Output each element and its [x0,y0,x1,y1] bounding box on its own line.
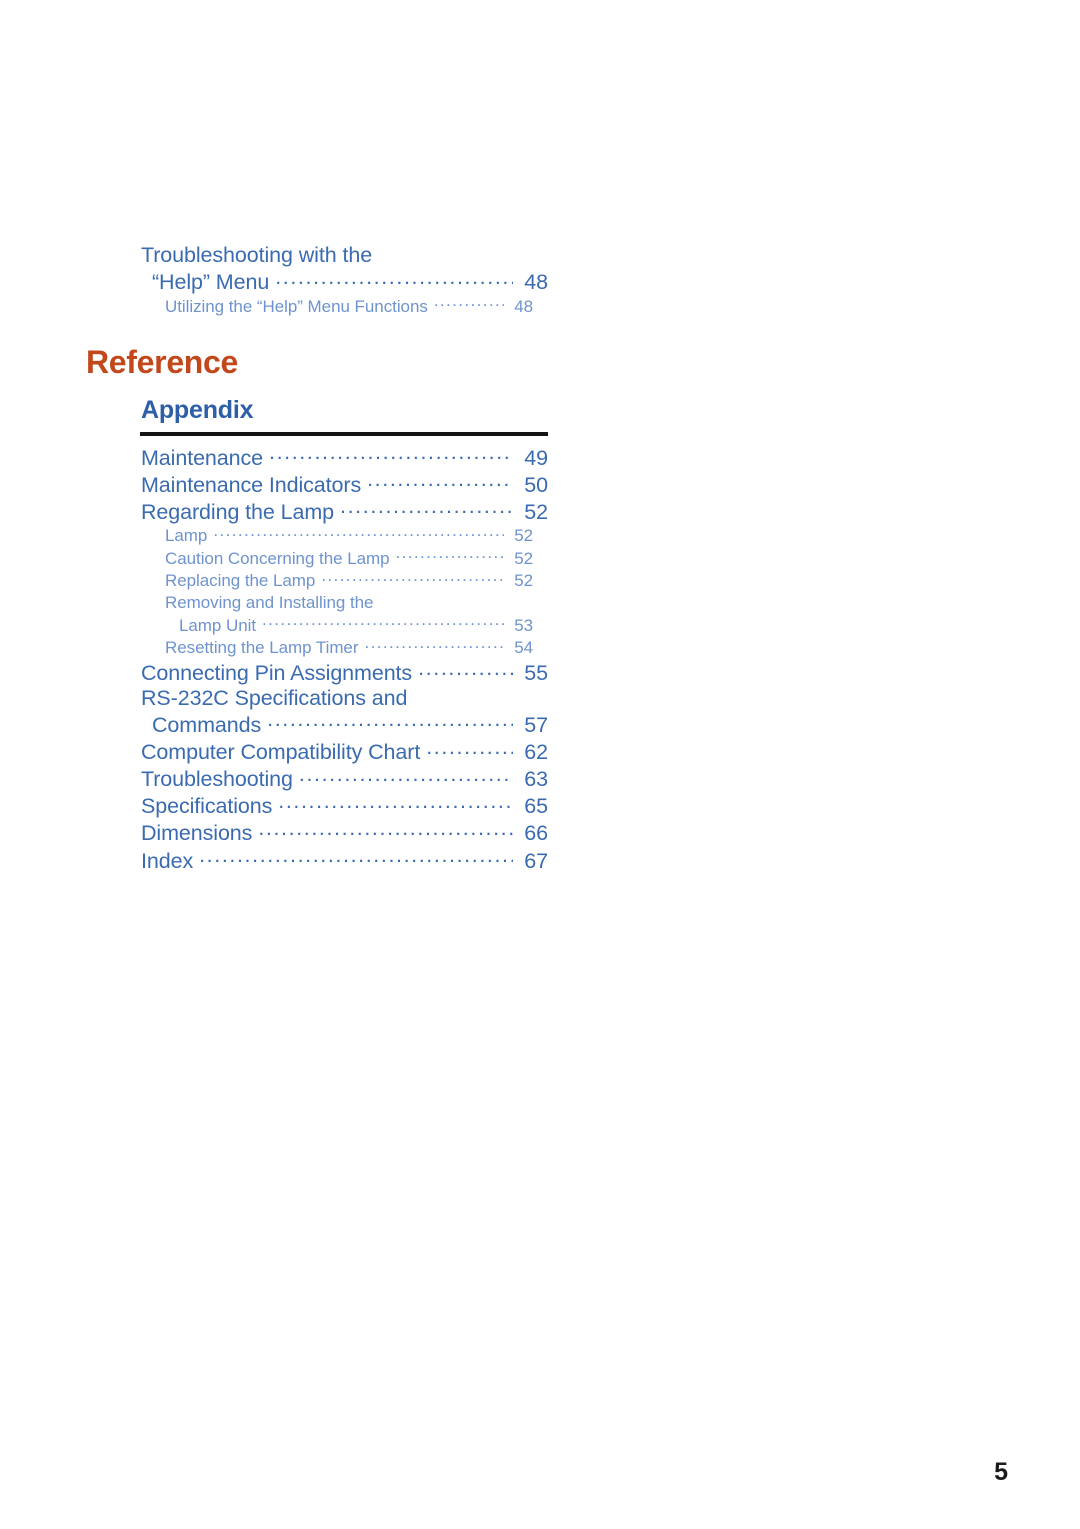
leader-dots [367,470,513,492]
toc-entry-label: Index [141,848,194,873]
toc-page-number: 62 [524,740,548,765]
leader-dots [299,765,513,787]
toc-entry-label: Specifications [141,794,273,819]
toc-subentry-label: Lamp [165,526,208,546]
toc-entry[interactable]: RS-232C Specifications and [141,686,548,711]
toc-entry-continuation[interactable]: Commands 57 [141,711,548,738]
toc-entry-label: “Help” Menu [152,270,270,295]
toc-page-number: 53 [514,615,533,635]
toc-page-number: 48 [524,270,548,295]
toc-entry[interactable]: Troubleshooting with the [141,243,548,268]
section-divider-rule [140,432,548,436]
toc-entry-continuation[interactable]: “Help” Menu 48 [141,268,548,295]
leader-dots [275,268,513,290]
toc-page-number: 52 [524,499,548,524]
toc-page-number: 54 [514,638,533,658]
toc-page-number: 52 [514,548,533,568]
chapter-title: Reference [86,344,239,380]
appendix-toc-list: Maintenance 49 Maintenance Indicators 50… [141,443,548,873]
section-title: Appendix [141,396,254,424]
toc-entry-label: Dimensions [141,821,253,846]
leader-dots [426,738,513,760]
toc-subentry-label: Removing and Installing the [165,593,374,613]
toc-subentry[interactable]: Replacing the Lamp 52 [165,569,533,592]
toc-subentry-group: Lamp 52 Caution Concerning the Lamp 52 R… [141,524,533,659]
toc-subentry[interactable]: Caution Concerning the Lamp 52 [165,547,533,570]
toc-page-number: 65 [524,794,548,819]
toc-entry[interactable]: Connecting Pin Assignments 55 [141,659,548,686]
toc-subentry[interactable]: Resetting the Lamp Timer 54 [165,636,533,659]
toc-subentry-label: Replacing the Lamp [165,571,316,591]
toc-page-number: 52 [514,526,533,546]
toc-subentry[interactable]: Lamp 52 [165,524,533,547]
page-number-folio: 5 [994,1458,1008,1486]
toc-entry-label: Regarding the Lamp [141,499,335,524]
toc-entry-label: Commands [152,713,262,738]
toc-entry[interactable]: Maintenance 49 [141,443,548,470]
toc-subentry-continuation[interactable]: Lamp Unit 53 [165,614,533,637]
toc-entry[interactable]: Specifications 65 [141,792,548,819]
toc-subentry[interactable]: Removing and Installing the [165,592,533,614]
toc-page-number: 63 [524,767,548,792]
leader-dots [340,497,513,519]
toc-page-number: 66 [524,821,548,846]
leader-dots [269,443,513,465]
toc-entry[interactable]: Regarding the Lamp 52 [141,497,548,524]
toc-top-fragment: Troubleshooting with the “Help” Menu 48 … [141,243,548,317]
toc-page-number: 48 [514,296,533,316]
toc-entry-label: Connecting Pin Assignments [141,661,413,686]
toc-entry-label: Maintenance [141,445,264,470]
toc-page-number: 49 [524,445,548,470]
toc-entry-label: Maintenance Indicators [141,472,362,497]
toc-page-number: 67 [524,848,548,873]
toc-entry[interactable]: Computer Compatibility Chart 62 [141,738,548,765]
toc-entry-label: Troubleshooting with the [141,243,373,267]
toc-page-number: 55 [524,661,548,686]
toc-entry-label: RS-232C Specifications and [141,685,408,710]
leader-dots [267,711,513,733]
toc-entry[interactable]: Dimensions 66 [141,819,548,846]
leader-dots [213,524,504,541]
leader-dots [262,614,504,631]
toc-entry-label: Troubleshooting [141,767,293,792]
leader-dots [396,547,504,564]
toc-page-number: 52 [514,571,533,591]
toc-entry[interactable]: Troubleshooting 63 [141,765,548,792]
toc-subentry-label: Resetting the Lamp Timer [165,638,359,658]
leader-dots [321,569,504,586]
leader-dots [258,819,513,841]
toc-subentry-label: Caution Concerning the Lamp [165,548,390,568]
toc-subentry-label: Lamp Unit [179,615,257,635]
toc-subentry[interactable]: Utilizing the “Help” Menu Functions 48 [165,295,533,318]
leader-dots [418,659,513,681]
leader-dots [199,846,513,868]
toc-page-number: 50 [524,472,548,497]
toc-entry-label: Computer Compatibility Chart [141,740,421,765]
toc-subentry-label: Utilizing the “Help” Menu Functions [165,296,428,316]
leader-dots [364,636,504,653]
leader-dots [278,792,513,814]
leader-dots [434,295,504,312]
toc-entry[interactable]: Index 67 [141,846,548,873]
toc-page-number: 57 [524,713,548,738]
toc-entry[interactable]: Maintenance Indicators 50 [141,470,548,497]
